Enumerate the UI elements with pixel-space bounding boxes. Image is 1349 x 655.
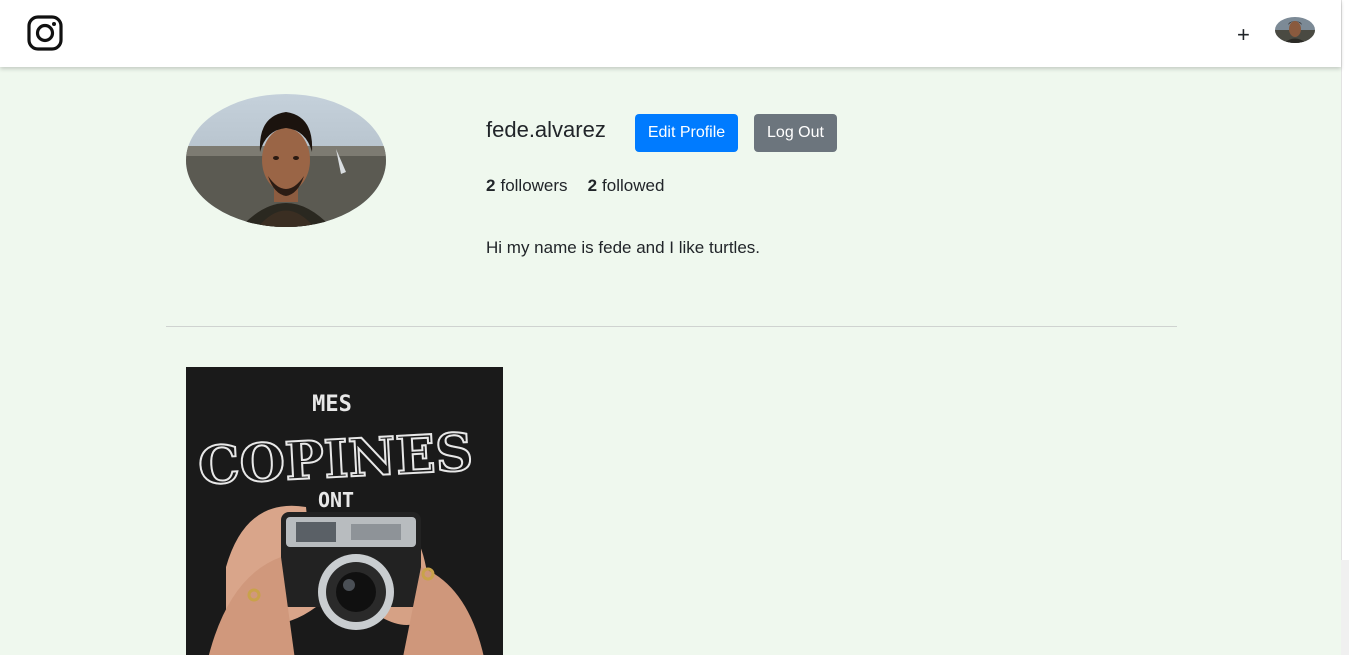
- followers-count: 2: [486, 176, 496, 195]
- post-thumbnail[interactable]: MES COPINES ONT: [186, 367, 503, 655]
- followers-label: followers: [500, 176, 568, 195]
- profile-bio: Hi my name is fede and I like turtles.: [486, 238, 761, 257]
- profile-stats: 2 followers 2 followed: [486, 175, 664, 197]
- nav-avatar[interactable]: [1275, 17, 1315, 43]
- new-post-button[interactable]: +: [1237, 22, 1250, 48]
- followers-stat[interactable]: 2 followers: [486, 175, 568, 197]
- top-navbar: +: [0, 0, 1341, 67]
- shirt-text-top: MES: [312, 392, 352, 417]
- followed-stat[interactable]: 2 followed: [588, 175, 665, 197]
- profile-avatar: [186, 94, 386, 227]
- profile-username: fede.alvarez: [486, 117, 606, 142]
- edit-profile-button[interactable]: Edit Profile: [635, 114, 738, 152]
- scrollbar-track[interactable]: [1341, 0, 1349, 655]
- log-out-button[interactable]: Log Out: [754, 114, 837, 152]
- followed-label: followed: [602, 176, 665, 195]
- shirt-text-bottom: ONT: [318, 488, 354, 512]
- section-divider: [166, 326, 1177, 327]
- scrollbar-thumb[interactable]: [1341, 0, 1349, 560]
- instagram-icon[interactable]: [27, 15, 63, 51]
- followed-count: 2: [587, 176, 598, 195]
